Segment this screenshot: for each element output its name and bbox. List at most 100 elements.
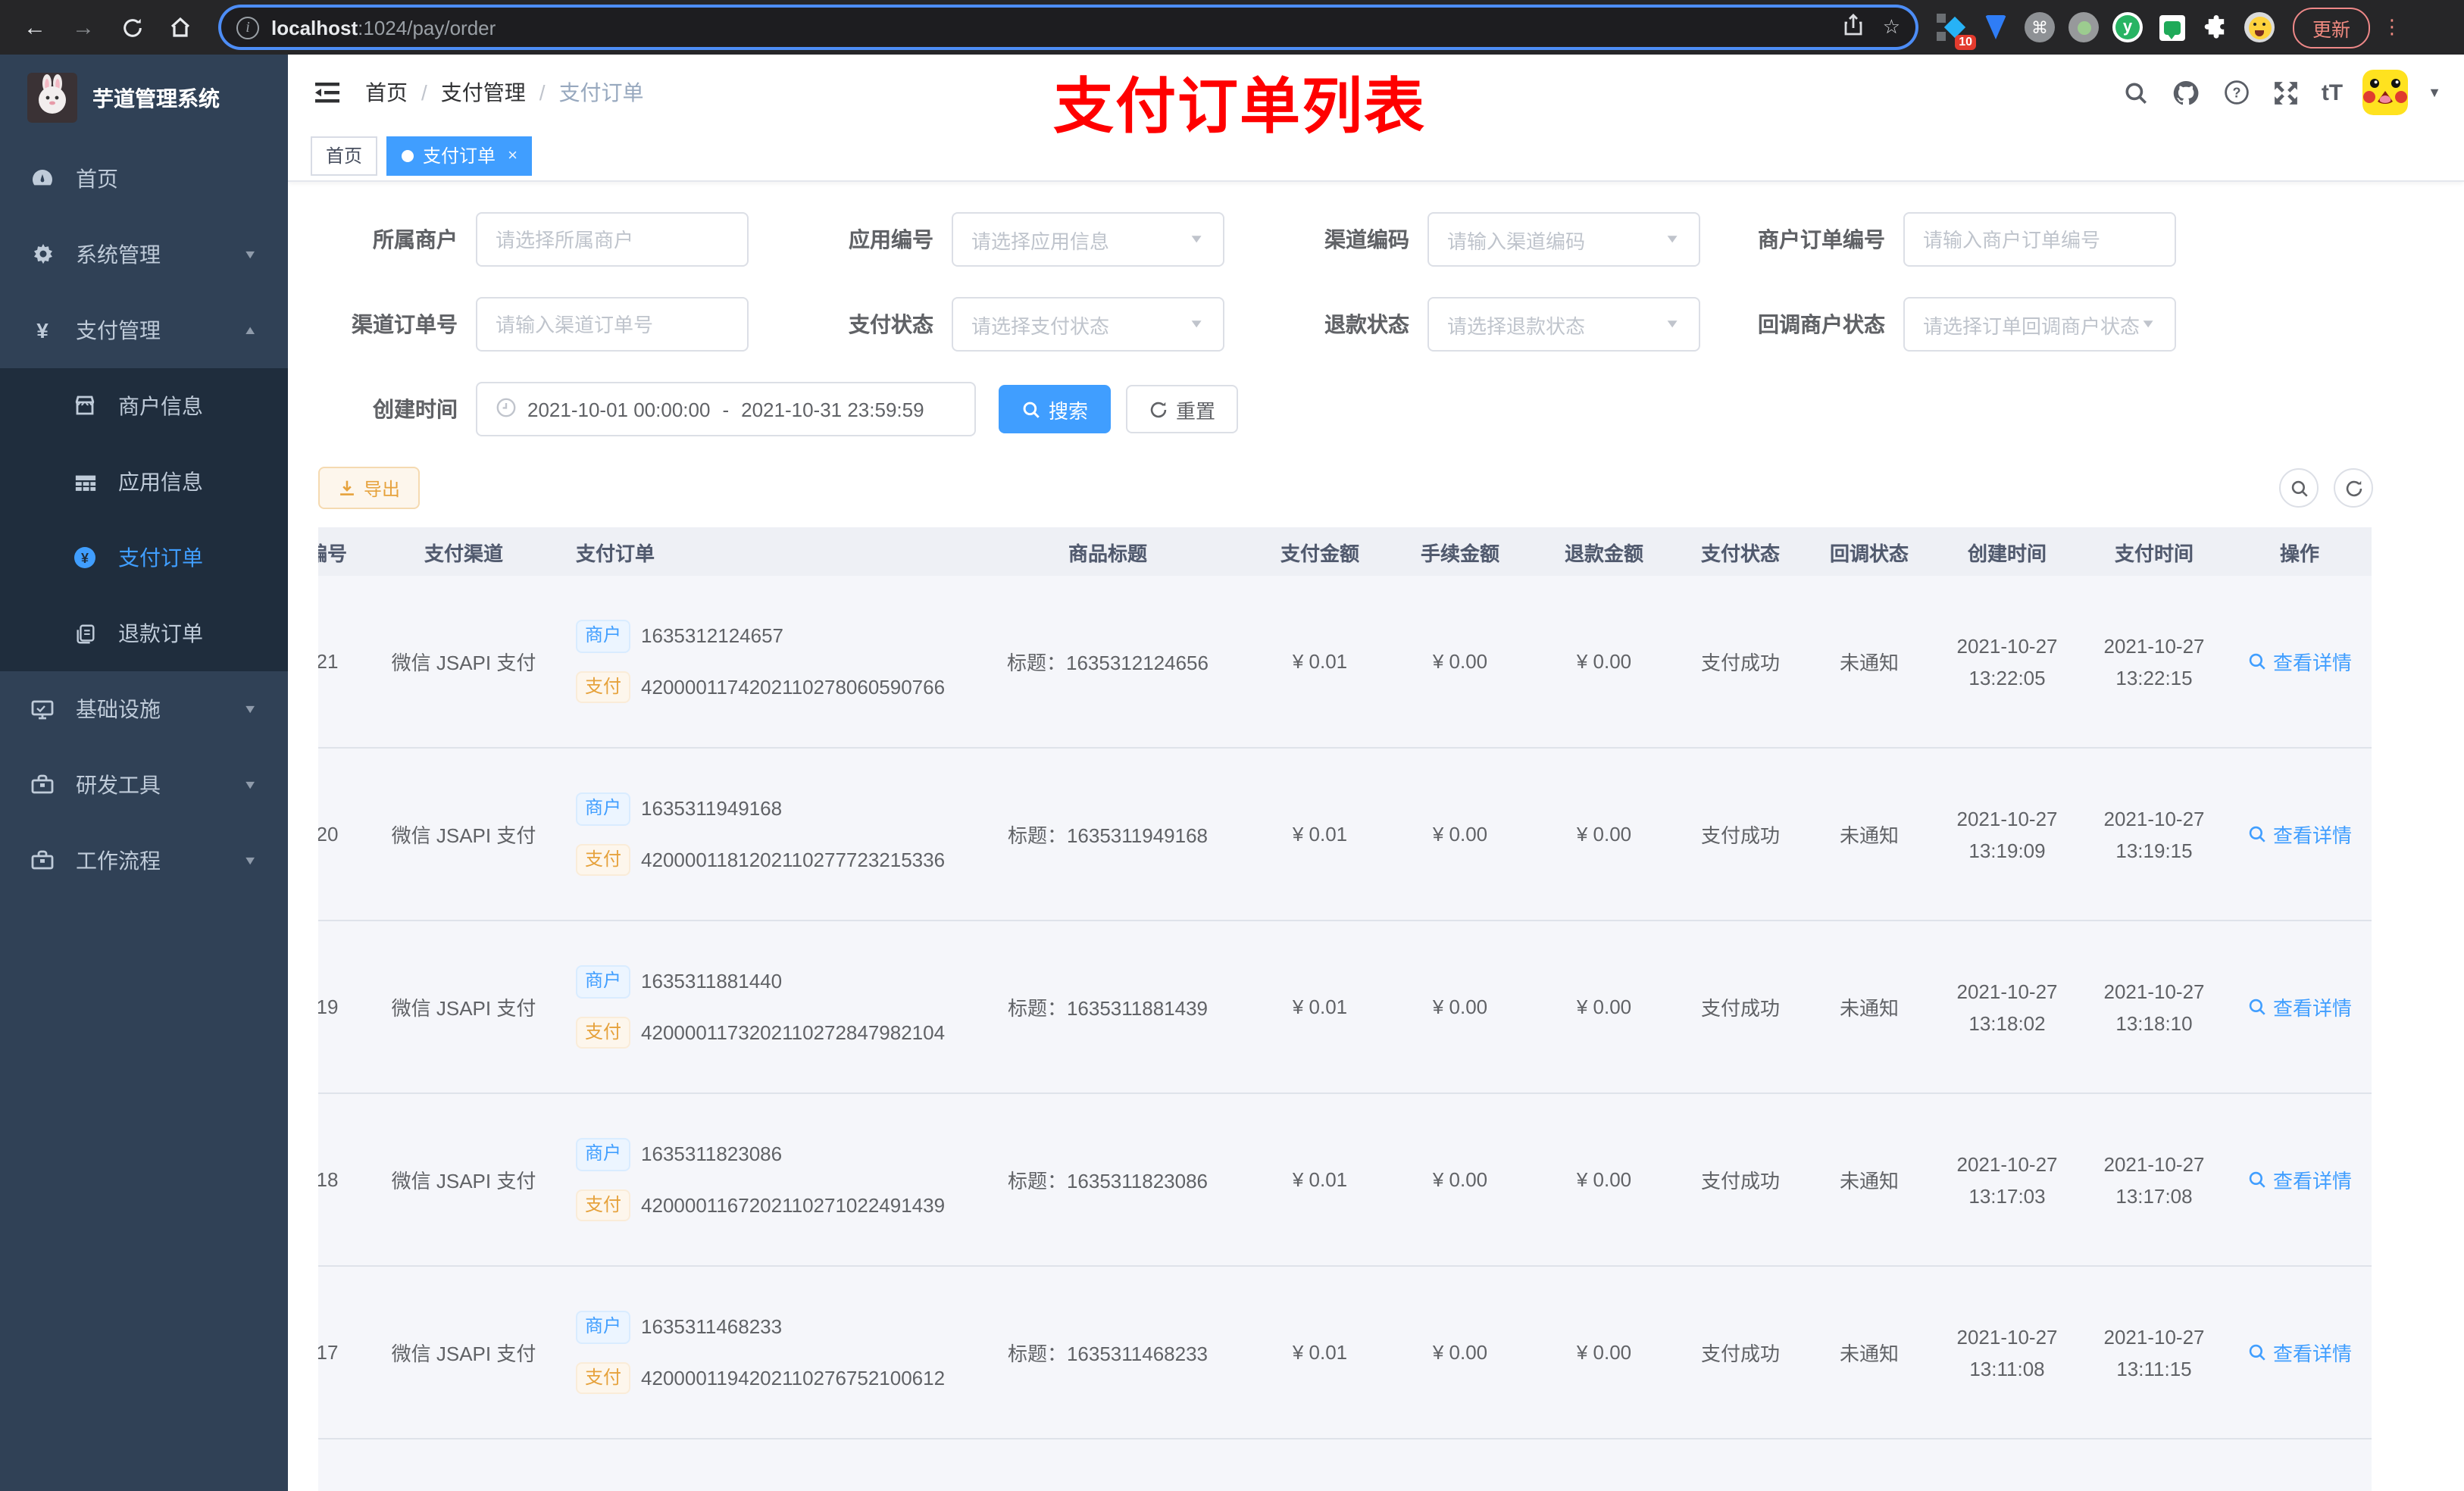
sidebar-item-pay-order[interactable]: ¥ 支付订单: [0, 520, 288, 595]
table-row: 17 微信 JSAPI 支付 商户 1635311468233 支付 42000…: [318, 1267, 2372, 1439]
col-id: 编号: [318, 542, 347, 564]
forward-icon[interactable]: →: [64, 8, 103, 47]
merchant-order-no: 1635311468233: [641, 1315, 783, 1339]
view-detail-link[interactable]: 查看详情: [2247, 1338, 2352, 1367]
filter-label: 回调商户状态: [1758, 312, 1885, 336]
refund-status-select[interactable]: 请选择退款状态 ▼: [1427, 297, 1700, 352]
sidebar-item-refund-order[interactable]: 退款订单: [0, 595, 288, 671]
view-detail-link[interactable]: 查看详情: [2247, 647, 2352, 676]
extension-puzzle-icon[interactable]: [2200, 12, 2231, 42]
row-fee: ¥ 0.00: [1432, 1168, 1488, 1191]
red-annotation-title: 支付订单列表: [1053, 73, 1426, 142]
clock-icon: [496, 396, 517, 422]
site-info-icon[interactable]: i: [236, 16, 259, 39]
tag-pay-order[interactable]: 支付订单 ×: [386, 136, 533, 175]
breadcrumb-home[interactable]: 首页: [365, 77, 408, 108]
sidebar-item-pay[interactable]: ¥ 支付管理 ▲: [0, 292, 288, 368]
reset-button[interactable]: 重置: [1126, 385, 1239, 433]
row-status: 支付成功: [1700, 997, 1780, 1020]
merchant-tag: 商户: [576, 964, 631, 998]
search-button[interactable]: 搜索: [999, 385, 1112, 433]
github-icon[interactable]: [2172, 77, 2202, 108]
extension-gem-icon[interactable]: [1981, 12, 2011, 42]
refresh-button[interactable]: [2334, 468, 2373, 508]
row-title: 标题：1635311949168: [1007, 824, 1209, 847]
extension-dot-icon[interactable]: [2068, 12, 2099, 42]
row-fee: ¥ 0.00: [1432, 996, 1488, 1018]
row-id: 20: [318, 823, 339, 846]
col-fee: 手续金额: [1420, 542, 1499, 564]
merchant-tag: 商户: [576, 1310, 631, 1343]
sidebar-item-merchant-info[interactable]: 商户信息: [0, 368, 288, 444]
sidebar-item-app-info[interactable]: 应用信息: [0, 444, 288, 520]
sidebar-item-label: 系统管理: [76, 242, 161, 267]
view-detail-link[interactable]: 查看详情: [2247, 1165, 2352, 1194]
avatar-caret-icon[interactable]: ▼: [2428, 85, 2441, 100]
table-row: 18 微信 JSAPI 支付 商户 1635311823086 支付 42000…: [318, 1094, 2372, 1267]
pay-tag: 支付: [576, 843, 631, 877]
view-detail-link[interactable]: 查看详情: [2247, 992, 2352, 1021]
browser-menu-icon[interactable]: ⋮: [2382, 15, 2402, 39]
col-action: 操作: [2279, 542, 2319, 564]
sidebar-item-workflow[interactable]: 工作流程 ▼: [0, 823, 288, 899]
created-time: 13:17:03: [1968, 1184, 2046, 1207]
bookmark-star-icon[interactable]: ☆: [1883, 15, 1900, 39]
tag-close-icon[interactable]: ×: [508, 146, 518, 164]
svg-text:¥: ¥: [81, 551, 89, 566]
extensions-area: 10 ⌘ y: [1937, 12, 2275, 50]
merchant-input[interactable]: [476, 212, 749, 267]
extension-command-icon[interactable]: ⌘: [2025, 12, 2055, 42]
browser-update-button[interactable]: 更新: [2293, 7, 2371, 48]
extension-chat-icon[interactable]: [2156, 12, 2187, 42]
merchant-order-no: 1635312124657: [641, 624, 784, 648]
app-logo[interactable]: 芋道管理系统: [0, 55, 288, 141]
toggle-search-button[interactable]: [2279, 468, 2319, 508]
chevron-down-icon: ▼: [242, 778, 258, 792]
created-date: 2021-10-27: [1956, 980, 2058, 1002]
home-icon[interactable]: [161, 8, 200, 47]
channel-order-input[interactable]: [476, 297, 749, 352]
back-icon[interactable]: ←: [15, 8, 55, 47]
refresh-icon: [1150, 401, 1167, 417]
create-time-range-input[interactable]: 2021-10-01 00:00:00 - 2021-10-31 23:59:5…: [476, 382, 976, 436]
fullscreen-icon[interactable]: [2272, 77, 2302, 108]
app-select[interactable]: 请选择应用信息 ▼: [952, 212, 1224, 267]
extension-diamond-icon[interactable]: 10: [1937, 12, 1976, 50]
pay-status-select[interactable]: 请选择支付状态 ▼: [952, 297, 1224, 352]
filter-label: 应用编号: [849, 227, 933, 252]
chevron-down-icon: ▼: [1188, 233, 1205, 246]
sidebar-item-label: 应用信息: [118, 470, 203, 494]
breadcrumb-pay[interactable]: 支付管理: [441, 77, 526, 108]
table-row: 20 微信 JSAPI 支付 商户 1635311949168 支付 42000…: [318, 749, 2372, 921]
search-icon[interactable]: [2122, 77, 2152, 108]
share-icon[interactable]: [1843, 14, 1865, 41]
pay-order-table: 编号 支付渠道 支付订单 商品标题 支付金额 手续金额 退款金额 支付状态 回调…: [318, 527, 2434, 1491]
merchant-order-input[interactable]: [1903, 212, 2176, 267]
sidebar-collapse-icon[interactable]: [311, 76, 344, 109]
table-row: 21 微信 JSAPI 支付 商户 1635312124657 支付 42000…: [318, 576, 2372, 749]
view-detail-link[interactable]: 查看详情: [2247, 820, 2352, 849]
address-bar[interactable]: i localhost:1024/pay/order ☆: [221, 8, 1915, 47]
tag-home[interactable]: 首页: [311, 136, 378, 175]
avatar[interactable]: [2362, 70, 2409, 115]
extension-emoji-icon[interactable]: [2244, 12, 2275, 42]
table-body: 21 微信 JSAPI 支付 商户 1635312124657 支付 42000…: [318, 576, 2372, 1491]
merchant-order-no: 1635311881440: [641, 970, 783, 993]
extension-y-icon[interactable]: y: [2112, 12, 2143, 42]
sidebar-item-home[interactable]: 首页: [0, 141, 288, 217]
row-status: 支付成功: [1700, 1170, 1780, 1192]
reload-icon[interactable]: [112, 8, 152, 47]
filter-label: 渠道订单号: [352, 312, 458, 336]
dashboard-icon: [30, 167, 55, 191]
font-size-icon[interactable]: tT: [2322, 80, 2343, 105]
notify-status-select[interactable]: 请选择订单回调商户状态 ▼: [1903, 297, 2176, 352]
pay-tag: 支付: [576, 1361, 631, 1395]
help-icon[interactable]: ?: [2222, 77, 2252, 108]
sidebar-item-label: 商户信息: [118, 394, 203, 418]
sidebar-item-infra[interactable]: 基础设施 ▼: [0, 671, 288, 747]
export-button[interactable]: 导出: [318, 467, 421, 509]
sidebar-item-system[interactable]: 系统管理 ▼: [0, 217, 288, 292]
sidebar-item-dev-tools[interactable]: 研发工具 ▼: [0, 747, 288, 823]
col-channel: 支付渠道: [424, 542, 503, 564]
channel-code-select[interactable]: 请输入渠道编码 ▼: [1427, 212, 1700, 267]
